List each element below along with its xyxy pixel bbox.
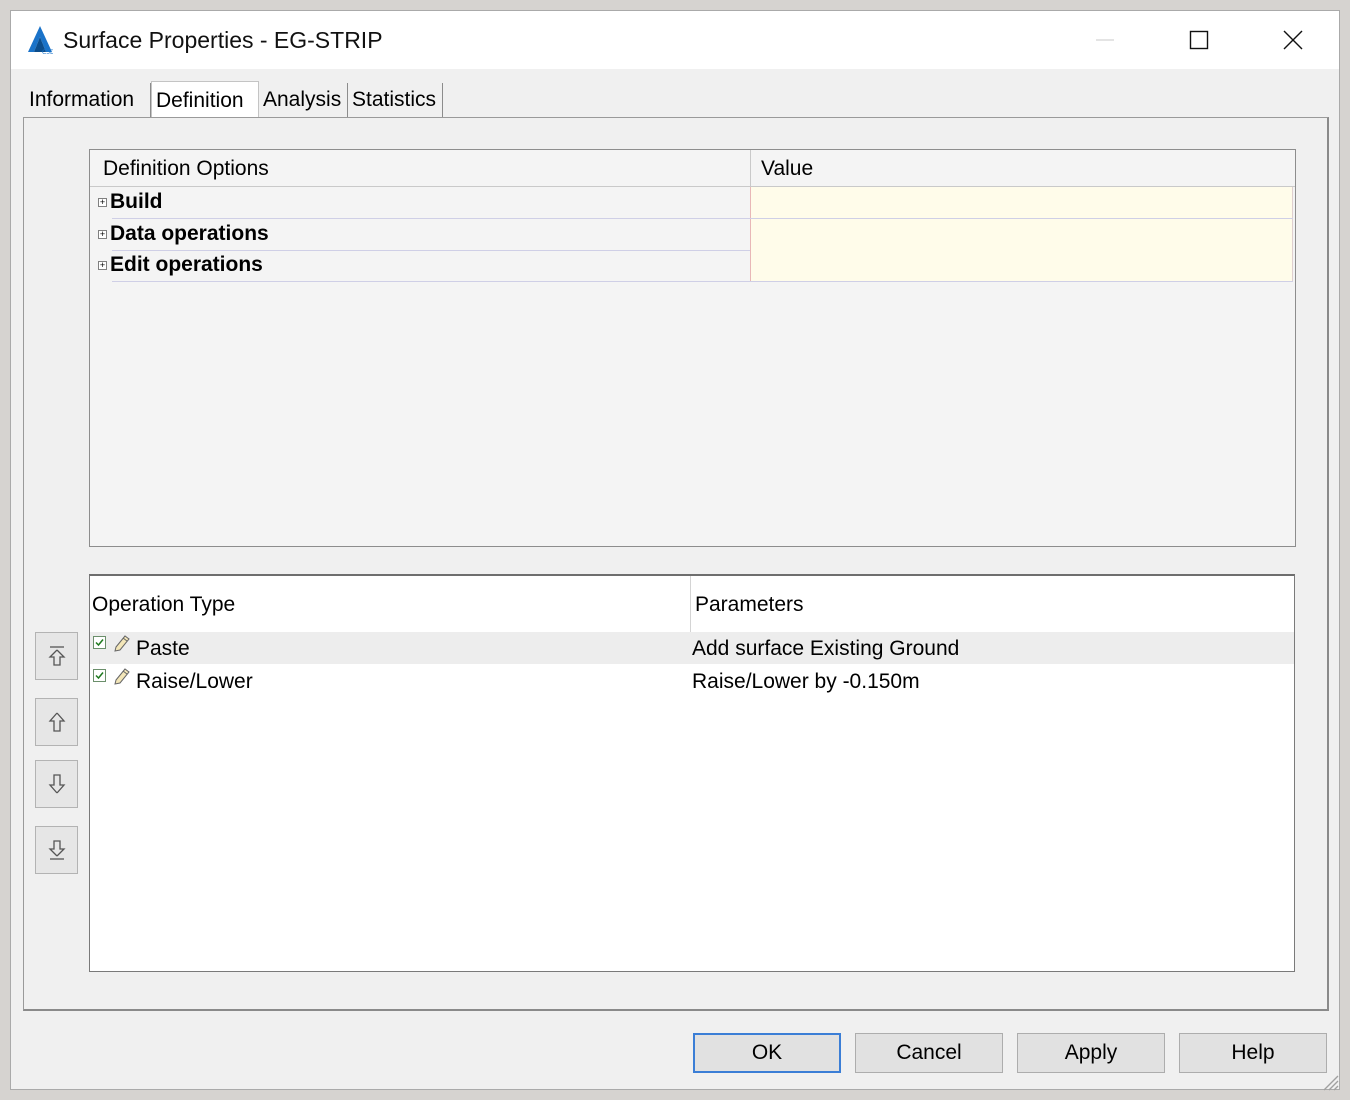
apply-button[interactable]: Apply <box>1017 1033 1165 1073</box>
checkmark-icon <box>95 672 104 680</box>
pencil-edit-icon[interactable] <box>112 666 132 686</box>
column-header-definition-options[interactable]: Definition Options <box>103 157 269 181</box>
operation-enabled-checkbox[interactable] <box>93 636 106 649</box>
move-down-button[interactable] <box>35 760 78 808</box>
expand-data-operations-icon[interactable]: + <box>98 230 107 239</box>
operations-grid: Operation Type Parameters Paste Add surf… <box>89 574 1295 972</box>
tab-analysis[interactable]: Analysis <box>259 83 348 117</box>
move-to-bottom-button[interactable] <box>35 826 78 874</box>
title-bar: C3D Surface Properties - EG-STRIP <box>11 11 1339 69</box>
definition-row-build[interactable]: Build <box>110 187 1293 219</box>
minimize-icon <box>1096 39 1114 41</box>
column-header-operation-type[interactable]: Operation Type <box>92 593 235 617</box>
column-divider[interactable] <box>690 576 691 632</box>
expand-build-icon[interactable]: + <box>98 198 107 207</box>
move-to-bottom-icon <box>47 840 66 860</box>
operation-row-paste[interactable]: Paste Add surface Existing Ground <box>90 632 1294 664</box>
definition-row-value[interactable] <box>750 250 1293 281</box>
surface-properties-dialog: C3D Surface Properties - EG-STRIP Inform… <box>10 10 1340 1091</box>
pencil-edit-icon[interactable] <box>112 633 132 653</box>
svg-text:C3D: C3D <box>42 49 53 55</box>
definition-row-edit-operations[interactable]: Edit operations <box>110 250 1293 282</box>
column-header-parameters[interactable]: Parameters <box>695 593 804 617</box>
maximize-button[interactable] <box>1153 11 1245 69</box>
autocad-civil3d-icon: C3D <box>28 26 53 55</box>
operation-row-raise-lower[interactable]: Raise/Lower Raise/Lower by -0.150m <box>90 665 1294 697</box>
checkmark-icon <box>95 639 104 647</box>
definition-options-grid: Definition Options Value + Build + Data … <box>89 149 1296 547</box>
maximize-icon <box>1189 30 1209 50</box>
tab-statistics[interactable]: Statistics <box>348 83 443 117</box>
ok-button[interactable]: OK <box>693 1033 841 1073</box>
operation-type-text: Paste <box>136 637 190 660</box>
move-down-icon <box>48 774 65 794</box>
definition-row-value[interactable] <box>750 219 1293 250</box>
definition-row-data-operations[interactable]: Data operations <box>110 219 1293 251</box>
operation-type-text: Raise/Lower <box>136 670 253 693</box>
help-button[interactable]: Help <box>1179 1033 1327 1073</box>
close-button[interactable] <box>1247 11 1339 69</box>
column-header-value[interactable]: Value <box>761 157 813 181</box>
move-to-top-button[interactable] <box>35 632 78 680</box>
operation-parameters-text: Add surface Existing Ground <box>692 637 960 660</box>
definition-row-label: Edit operations <box>110 253 263 276</box>
resize-grip-icon[interactable] <box>1321 1073 1339 1091</box>
definition-row-value[interactable] <box>750 187 1293 218</box>
move-up-icon <box>48 712 65 732</box>
operations-grid-header: Operation Type Parameters <box>90 576 1294 632</box>
move-up-button[interactable] <box>35 698 78 746</box>
tab-definition[interactable]: Definition <box>151 81 259 119</box>
move-to-top-icon <box>47 646 66 666</box>
column-divider[interactable] <box>750 150 751 186</box>
definition-row-label: Build <box>110 190 163 213</box>
tab-information[interactable]: Information <box>25 83 151 117</box>
operation-enabled-checkbox[interactable] <box>93 669 106 682</box>
definition-grid-header: Definition Options Value <box>90 150 1295 187</box>
definition-row-label: Data operations <box>110 222 269 245</box>
cancel-button[interactable]: Cancel <box>855 1033 1003 1073</box>
operation-parameters-text: Raise/Lower by -0.150m <box>692 670 920 693</box>
expand-edit-operations-icon[interactable]: + <box>98 261 107 270</box>
window-title: Surface Properties - EG-STRIP <box>63 27 383 53</box>
close-icon <box>1283 30 1303 50</box>
minimize-button[interactable] <box>1059 11 1151 69</box>
